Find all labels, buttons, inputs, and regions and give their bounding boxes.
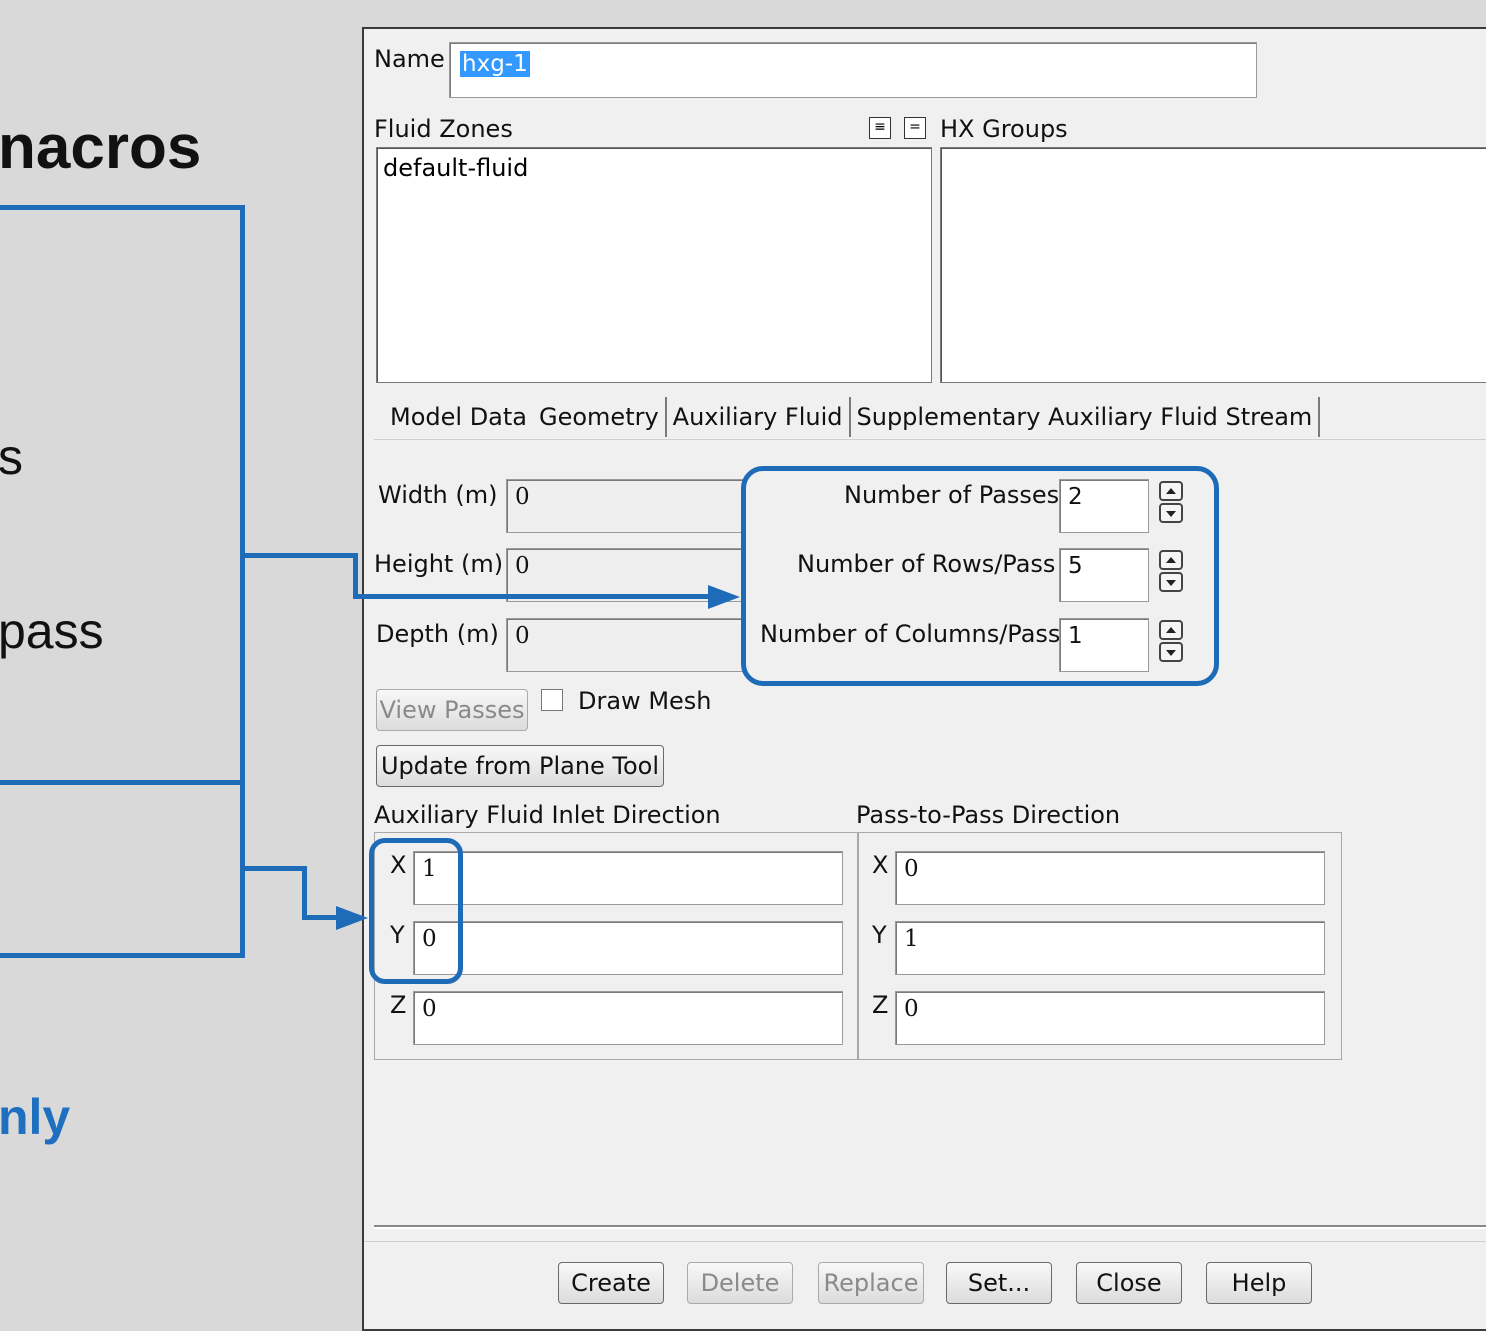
aux-z-label: Z (390, 991, 407, 1019)
set-button[interactable]: Set... (946, 1262, 1052, 1304)
hx-groups-label: HX Groups (940, 115, 1068, 143)
name-value: hxg-1 (460, 51, 530, 77)
pass-z-input[interactable]: 0 (895, 991, 1325, 1045)
depth-input[interactable]: 0 (506, 618, 746, 672)
aux-x-input[interactable]: 1 (413, 851, 843, 905)
arrow-1-head (708, 585, 740, 609)
bracket-top (0, 205, 245, 785)
arrow-2-segment (245, 866, 307, 871)
fluid-zones-label: Fluid Zones (374, 115, 513, 143)
tab-model-data[interactable]: Model Data (374, 397, 533, 437)
arrow-2-segment (302, 866, 307, 920)
name-input[interactable]: hxg-1 (449, 42, 1257, 98)
tab-bar: Model Data Geometry Auxiliary Fluid Supp… (374, 397, 1321, 437)
width-input[interactable]: 0 (506, 479, 746, 533)
pass-to-pass-direction-label: Pass-to-Pass Direction (856, 801, 1121, 829)
fluid-zones-list[interactable]: default-fluid (376, 147, 932, 383)
tab-supplementary-auxiliary-fluid-stream[interactable]: Supplementary Auxiliary Fluid Stream (851, 397, 1321, 437)
aux-fluid-inlet-direction-label: Auxiliary Fluid Inlet Direction (374, 801, 721, 829)
help-button[interactable]: Help (1206, 1262, 1312, 1304)
height-label: Height (m) (374, 550, 504, 578)
aux-direction-callout (369, 838, 463, 984)
update-from-plane-tool-button[interactable]: Update from Plane Tool (376, 745, 664, 787)
draw-mesh-checkbox[interactable] (541, 689, 563, 711)
bracket-bottom (0, 775, 245, 958)
slide-title-fragment: nacros (0, 113, 202, 182)
pass-x-input[interactable]: 0 (895, 851, 1325, 905)
pass-y-input[interactable]: 1 (895, 921, 1325, 975)
close-button[interactable]: Close (1076, 1262, 1182, 1304)
depth-label: Depth (m) (376, 620, 499, 648)
draw-mesh-label: Draw Mesh (578, 687, 712, 715)
tab-geometry[interactable]: Geometry (533, 397, 667, 437)
hx-groups-list[interactable] (940, 147, 1486, 383)
aux-y-input[interactable]: 0 (413, 921, 843, 975)
create-button[interactable]: Create (558, 1262, 664, 1304)
slide-text-highlight: nly (0, 1089, 71, 1145)
arrow-1-segment (245, 553, 357, 558)
pass-z-label: Z (872, 991, 889, 1019)
passes-callout (741, 466, 1219, 686)
arrow-1-shaft (353, 594, 713, 599)
deselect-all-icon[interactable]: = (904, 117, 926, 139)
replace-button[interactable]: Replace (818, 1262, 924, 1304)
bottom-divider (364, 1241, 1486, 1242)
select-all-icon[interactable]: ≡ (869, 117, 891, 139)
delete-button[interactable]: Delete (687, 1262, 793, 1304)
view-passes-button[interactable]: View Passes (376, 689, 528, 731)
arrow-2-head (336, 906, 368, 930)
bottom-separator (374, 1225, 1486, 1227)
width-label: Width (m) (378, 481, 498, 509)
tab-divider (374, 439, 1486, 440)
pass-y-label: Y (872, 921, 887, 949)
name-label: Name (374, 45, 445, 73)
list-item[interactable]: default-fluid (383, 154, 925, 182)
aux-z-input[interactable]: 0 (413, 991, 843, 1045)
tab-auxiliary-fluid[interactable]: Auxiliary Fluid (667, 397, 851, 437)
arrow-1-segment (353, 553, 358, 598)
pass-x-label: X (872, 851, 889, 879)
